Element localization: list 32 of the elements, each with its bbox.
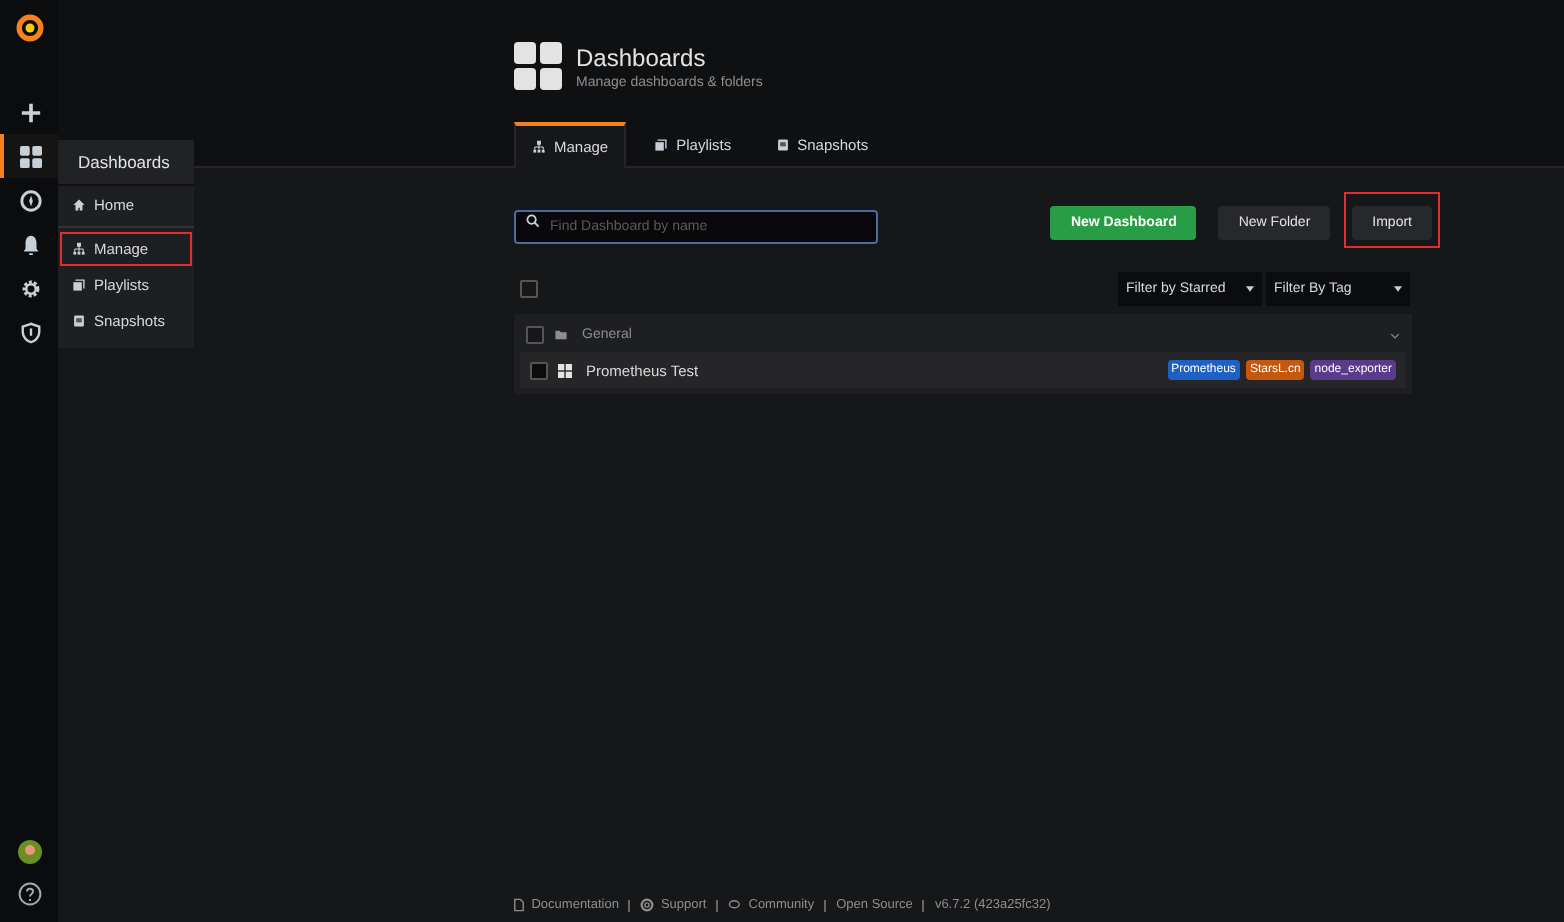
- sidebar-item[interactable]: [0, 134, 58, 178]
- plus-icon: [20, 101, 42, 123]
- document-icon: [511, 898, 526, 912]
- camera-icon: [72, 314, 86, 328]
- lifebuoy-icon: [640, 898, 655, 912]
- cards-icon: [72, 278, 86, 292]
- sitemap-icon: [72, 242, 86, 256]
- page-title: Dashboards: [576, 43, 708, 71]
- checkbox[interactable]: [520, 280, 538, 298]
- help-icon[interactable]: [17, 882, 41, 906]
- search-icon: [526, 213, 540, 227]
- cards-icon: [654, 138, 669, 152]
- caret-icon: [1246, 286, 1254, 292]
- bell-icon: [20, 233, 42, 255]
- avatar-icon[interactable]: [17, 840, 41, 864]
- checkbox[interactable]: [526, 326, 544, 344]
- chevron-icon[interactable]: [1390, 331, 1400, 339]
- grid-icon: [514, 42, 562, 90]
- grid-icon: [558, 363, 572, 377]
- chat-icon: [728, 898, 743, 912]
- home-icon: [72, 198, 86, 212]
- logo-icon[interactable]: [11, 10, 47, 46]
- menu-title[interactable]: Dashboards: [58, 140, 194, 186]
- folder-icon: [554, 328, 568, 342]
- compass-icon: [20, 189, 42, 211]
- checkbox[interactable]: [530, 361, 548, 379]
- grid-icon: [20, 145, 42, 167]
- caret-icon: [1394, 286, 1402, 292]
- sitemap-icon: [532, 140, 546, 154]
- shield-icon: [20, 321, 42, 343]
- gear-icon: [20, 277, 42, 299]
- camera-icon: [775, 138, 790, 152]
